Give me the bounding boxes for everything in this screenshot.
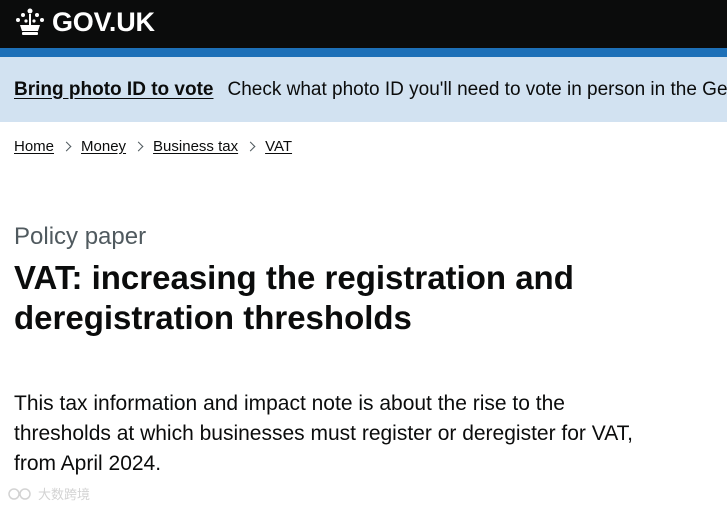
- site-header: GOV.UK: [0, 0, 727, 48]
- document-type-caption: Policy paper: [14, 223, 147, 250]
- govuk-logo-link[interactable]: GOV.UK: [14, 7, 155, 37]
- logo-text: GOV.UK: [52, 7, 155, 37]
- watermark-logo-icon: [8, 487, 31, 500]
- chevron-right-icon: [61, 141, 72, 152]
- chevron-right-icon: [245, 141, 256, 152]
- header-accent-bar: [0, 48, 727, 57]
- page-title: VAT: increasing the registration and der…: [14, 259, 574, 336]
- banner-message: Check what photo ID you'll need to vote …: [227, 78, 727, 100]
- breadcrumb-vat[interactable]: VAT: [265, 138, 292, 155]
- breadcrumb-business-tax[interactable]: Business tax: [153, 138, 238, 155]
- breadcrumb-money[interactable]: Money: [81, 138, 126, 155]
- breadcrumb-home[interactable]: Home: [14, 138, 54, 155]
- photo-id-link[interactable]: Bring photo ID to vote: [14, 79, 213, 101]
- breadcrumb: Home Money Business tax VAT: [14, 138, 292, 155]
- chevron-right-icon: [133, 141, 144, 152]
- crown-icon: [16, 8, 44, 35]
- lead-paragraph: This tax information and impact note is …: [14, 392, 633, 475]
- watermark-text: 大数跨境: [38, 487, 91, 502]
- watermark: 大数跨境: [8, 484, 90, 503]
- notification-banner: Bring photo ID to vote Check what photo …: [0, 57, 727, 122]
